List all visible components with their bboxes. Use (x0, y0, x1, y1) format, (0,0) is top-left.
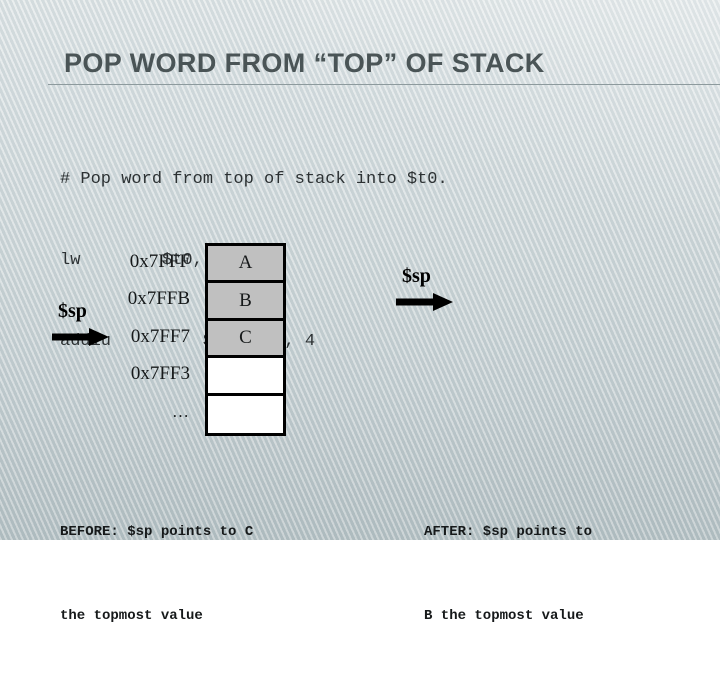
title-divider (48, 84, 720, 85)
right-arrow-icon (396, 293, 453, 311)
caption-before-line1: BEFORE: $sp points to C (60, 524, 254, 540)
page-title: POP WORD FROM “TOP” OF STACK (64, 48, 545, 78)
caption-after: AFTER: $sp points to B the topmost value (424, 462, 592, 686)
address-label: 0x7FF3 (130, 363, 190, 385)
stack-pointer-label: $sp (402, 265, 431, 287)
address-label-ellipsis: … (172, 401, 190, 421)
stack-pointer-before: $sp (48, 300, 114, 346)
stack-cells-before: A B C (205, 243, 286, 436)
stack-cell (208, 395, 283, 433)
caption-before: BEFORE: $sp points to C the topmost valu… (60, 462, 253, 686)
code-line-comment: # Pop word from top of stack into $t0. (60, 170, 448, 189)
stack-cell: B (208, 283, 283, 321)
caption-after-line1: AFTER: $sp points to (424, 524, 593, 540)
stack-pointer-label: $sp (58, 300, 87, 322)
slide: POP WORD FROM “TOP” OF STACK # Pop word … (0, 0, 720, 624)
caption-after-line2: B the topmost value (424, 608, 584, 624)
address-label: 0x7FFF (129, 251, 190, 272)
right-arrow-icon (52, 328, 109, 346)
stack-pointer-after: $sp (392, 265, 458, 311)
caption-before-line2: the topmost value (60, 608, 203, 624)
stack-cell (208, 358, 283, 396)
stack-cell: A (208, 246, 283, 284)
stack-cell: C (208, 320, 283, 359)
